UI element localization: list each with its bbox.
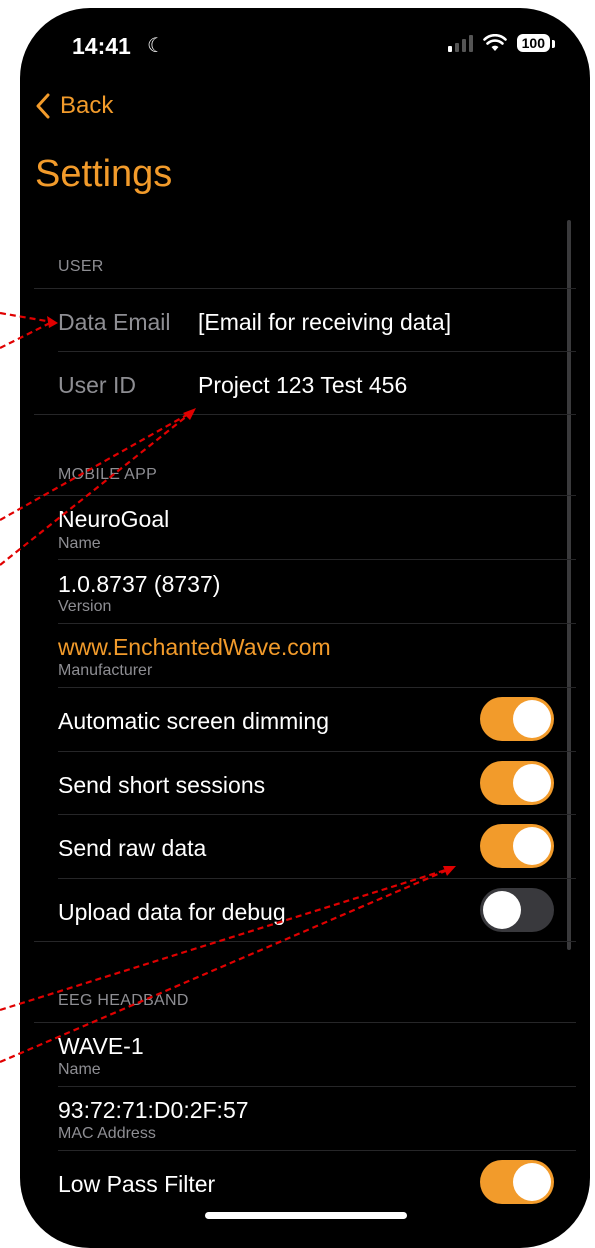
app-name-caption: Name [58, 535, 101, 552]
divider [58, 1150, 576, 1151]
divider [58, 623, 576, 624]
manufacturer-caption: Manufacturer [58, 662, 153, 679]
headband-name-value: WAVE-1 [58, 1033, 144, 1059]
status-bar: 14:41 ☾ 100 [20, 8, 590, 68]
clock-time: 14:41 [72, 33, 131, 59]
manufacturer-link[interactable]: www.EnchantedWave.com [58, 634, 331, 661]
user-id-label: User ID [58, 372, 136, 398]
home-indicator[interactable] [205, 1212, 407, 1219]
divider [58, 814, 576, 815]
user-id-field[interactable]: Project 123 Test 456 [198, 372, 407, 399]
divider [34, 414, 576, 415]
debug-upload-label: Upload data for debug [58, 899, 286, 925]
divider [58, 351, 576, 352]
section-header-user: USER [58, 258, 104, 275]
scroll-indicator[interactable] [567, 220, 571, 950]
divider [34, 495, 576, 496]
battery-indicator: 100 [516, 34, 556, 52]
chevron-left-icon [36, 93, 50, 119]
data-email-field[interactable]: [Email for receiving data] [198, 309, 451, 336]
data-email-label: Data Email [58, 309, 171, 335]
toggle-knob [513, 700, 551, 738]
short-sessions-toggle[interactable] [480, 761, 554, 805]
raw-data-label: Send raw data [58, 835, 207, 861]
divider [34, 941, 576, 942]
divider [58, 687, 576, 688]
toggle-knob [513, 764, 551, 802]
headband-mac-value: 93:72:71:D0:2F:57 [58, 1097, 249, 1123]
app-version-caption: Version [58, 598, 112, 615]
wifi-icon [482, 34, 507, 51]
short-sessions-label: Send short sessions [58, 772, 266, 798]
debug-upload-toggle[interactable] [480, 888, 554, 932]
toggle-knob [483, 891, 521, 929]
section-header-mobile-app: MOBILE APP [58, 466, 158, 483]
low-pass-filter-toggle[interactable] [480, 1160, 554, 1204]
moon-icon: ☾ [147, 35, 165, 57]
toggle-knob [513, 1163, 551, 1201]
divider [58, 878, 576, 879]
phone-screen: 14:41 ☾ 100 Back Settings USER Data Emai… [20, 8, 590, 1248]
divider [58, 559, 576, 560]
toggle-knob [513, 827, 551, 865]
section-header-eeg-headband: EEG HEADBAND [58, 992, 189, 1009]
screen-dimming-toggle[interactable] [480, 697, 554, 741]
low-pass-filter-label: Low Pass Filter [58, 1171, 216, 1197]
divider [58, 751, 576, 752]
headband-mac-caption: MAC Address [58, 1125, 156, 1142]
page-title: Settings [35, 153, 173, 195]
back-label: Back [60, 92, 114, 119]
status-icons: 100 [447, 34, 556, 52]
headband-name-caption: Name [58, 1061, 101, 1078]
app-version-value: 1.0.8737 (8737) [58, 571, 221, 597]
app-name-value: NeuroGoal [58, 506, 170, 532]
signal-icon [447, 34, 473, 52]
screen-dimming-label: Automatic screen dimming [58, 708, 329, 734]
divider [34, 1022, 576, 1023]
divider [58, 1086, 576, 1087]
back-button[interactable]: Back [36, 92, 113, 120]
divider [34, 288, 576, 289]
raw-data-toggle[interactable] [480, 824, 554, 868]
